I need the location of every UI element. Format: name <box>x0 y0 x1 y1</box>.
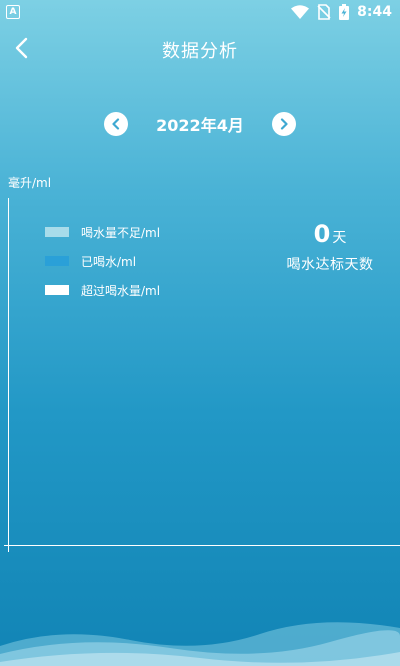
legend-item-exceeded: 超过喝水量/ml <box>45 276 160 304</box>
next-month-button[interactable] <box>271 112 296 136</box>
goal-days-unit: 天 <box>332 230 347 246</box>
month-selector: 2022年4月 <box>0 108 400 140</box>
page-title: 数据分析 <box>162 41 238 62</box>
legend-item-insufficient: 喝水量不足/ml <box>45 218 160 246</box>
app-notification-icon: A <box>6 5 20 19</box>
month-label: 2022年4月 <box>156 116 244 135</box>
chart-legend: 喝水量不足/ml 已喝水/ml 超过喝水量/ml <box>45 218 160 305</box>
chevron-right-icon <box>279 115 289 134</box>
decorative-waves <box>0 622 400 666</box>
y-axis-unit-label: 毫升/ml <box>8 176 52 190</box>
goal-days-count: 0 <box>313 220 331 248</box>
page-header: 数据分析 <box>0 30 400 70</box>
legend-swatch <box>45 285 69 295</box>
y-axis <box>8 198 9 552</box>
back-button[interactable] <box>6 34 36 66</box>
battery-charging-icon <box>339 4 350 20</box>
wifi-icon <box>291 5 310 19</box>
chevron-left-icon <box>111 115 121 134</box>
legend-label: 超过喝水量/ml <box>81 283 161 298</box>
legend-item-drunk: 已喝水/ml <box>45 247 160 275</box>
goal-days-stat: 0 天 喝水达标天数 <box>268 220 392 274</box>
legend-swatch <box>45 256 69 266</box>
goal-days-caption: 喝水达标天数 <box>286 257 374 273</box>
chevron-left-icon <box>14 37 28 63</box>
legend-label: 已喝水/ml <box>81 254 137 269</box>
status-bar: A 8:44 <box>0 0 400 24</box>
no-sim-icon <box>317 4 331 20</box>
status-time: 8:44 <box>357 4 392 20</box>
legend-swatch <box>45 227 69 237</box>
legend-label: 喝水量不足/ml <box>81 225 161 240</box>
x-axis <box>4 545 400 546</box>
prev-month-button[interactable] <box>104 112 129 136</box>
